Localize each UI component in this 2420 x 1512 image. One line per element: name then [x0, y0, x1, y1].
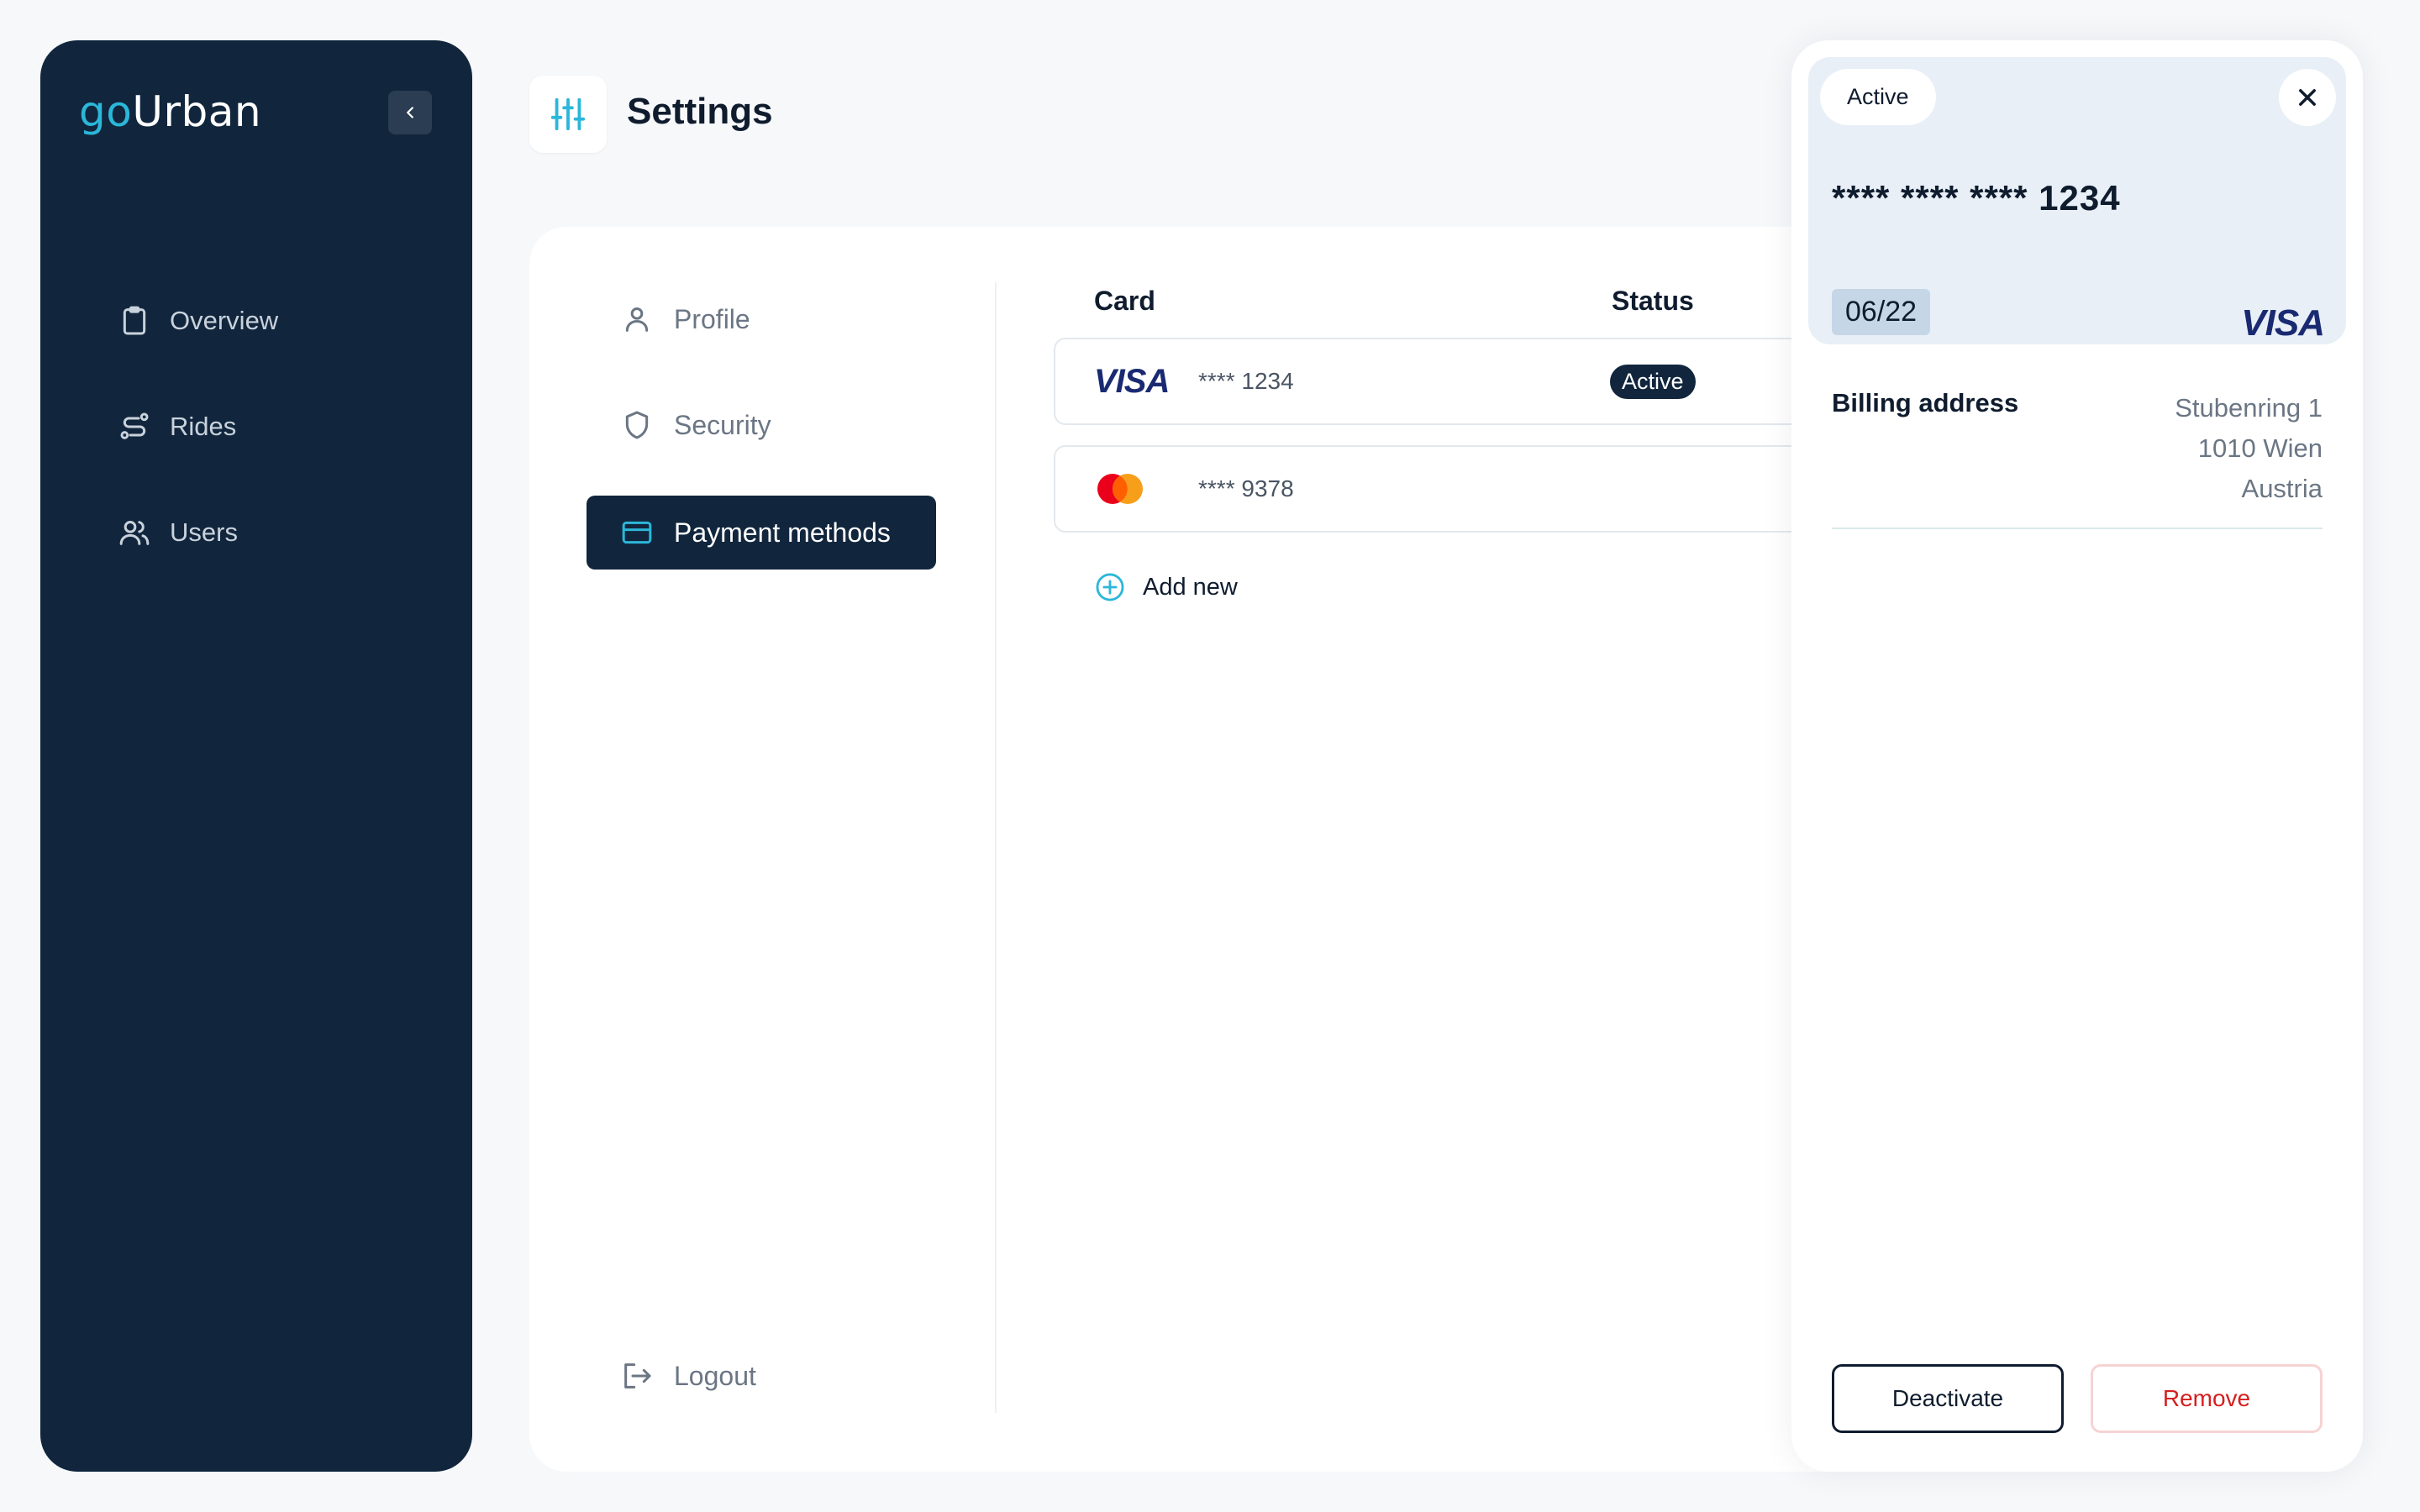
- user-icon: [625, 307, 649, 332]
- card-row-visa[interactable]: VISA **** 1234 Active: [1054, 338, 1894, 425]
- logout-label: Logout: [674, 1360, 756, 1391]
- users-icon: [119, 521, 150, 545]
- brand-slot: VISA: [1055, 363, 1198, 401]
- divider: [1832, 528, 2323, 529]
- clipboard-icon: [123, 306, 146, 335]
- page-title: Settings: [627, 91, 773, 132]
- card-detail-drawer: Active **** **** **** 1234 06/22 VISA Bi…: [1791, 40, 2363, 1472]
- brand-slot: [1055, 472, 1198, 506]
- collapse-sidebar-button[interactable]: [388, 91, 432, 134]
- settings-menu-security[interactable]: Security: [620, 408, 771, 442]
- settings-menu-label: Profile: [674, 303, 750, 334]
- billing-line: 1010 Wien: [2197, 433, 2323, 463]
- app-logo[interactable]: goUrban: [79, 87, 261, 136]
- plus-circle-icon: [1096, 573, 1124, 601]
- card-expiry: 06/22: [1832, 289, 1931, 335]
- credit-card-icon: [622, 521, 652, 544]
- sidebar-item-users[interactable]: Users: [118, 516, 238, 549]
- settings-menu-label: Payment methods: [674, 517, 891, 548]
- sidebar-item-overview[interactable]: Overview: [118, 304, 278, 338]
- logout-icon: [624, 1363, 651, 1389]
- card-status-chip: Active: [1820, 69, 1936, 125]
- column-header-card: Card: [1094, 286, 1155, 316]
- billing-line: Stubenring 1: [2175, 393, 2323, 423]
- route-icon: [120, 412, 149, 439]
- settings-menu-profile[interactable]: Profile: [620, 302, 750, 336]
- mastercard-logo-icon: [1097, 474, 1143, 504]
- logo-urban: Urban: [132, 87, 262, 136]
- visa-logo-icon: VISA: [2241, 302, 2325, 344]
- sidebar-item-label: Users: [170, 517, 238, 547]
- card-full-number: **** **** **** 1234: [1832, 178, 2121, 218]
- billing-line: Austria: [2241, 474, 2323, 503]
- sidebar-item-label: Rides: [170, 412, 237, 441]
- logo-go: go: [79, 87, 133, 136]
- billing-address-value: Stubenring 1 1010 Wien Austria: [2175, 388, 2323, 509]
- status-badge: Active: [1610, 365, 1696, 399]
- chevron-left-icon: [407, 107, 413, 118]
- settings-menu-payment-methods[interactable]: Payment methods: [587, 496, 936, 570]
- sidebar-item-rides[interactable]: Rides: [118, 410, 236, 444]
- close-drawer-button[interactable]: [2279, 69, 2336, 126]
- close-icon: [2299, 89, 2316, 106]
- add-new-card-button[interactable]: Add new: [1094, 571, 1238, 603]
- add-new-label: Add new: [1143, 573, 1238, 601]
- settings-header-icon-box: [529, 76, 607, 153]
- menu-divider: [995, 282, 997, 1413]
- remove-button[interactable]: Remove: [2091, 1364, 2323, 1433]
- card-row-mastercard[interactable]: **** 9378: [1054, 445, 1894, 533]
- deactivate-button[interactable]: Deactivate: [1832, 1364, 2064, 1433]
- shield-icon: [625, 411, 649, 439]
- settings-menu-label: Security: [674, 409, 771, 440]
- billing-address-label: Billing address: [1832, 388, 2019, 417]
- logout-button[interactable]: Logout: [620, 1359, 756, 1393]
- column-header-status: Status: [1612, 286, 1694, 316]
- card-preview: Active **** **** **** 1234 06/22 VISA: [1808, 57, 2346, 344]
- card-number: **** 9378: [1198, 475, 1294, 501]
- sliders-icon: [550, 97, 586, 131]
- sidebar: goUrban Overview Rides Users: [40, 40, 472, 1472]
- visa-logo-icon: VISA: [1094, 362, 1170, 400]
- card-number: **** 1234: [1198, 368, 1294, 394]
- sidebar-item-label: Overview: [170, 306, 279, 335]
